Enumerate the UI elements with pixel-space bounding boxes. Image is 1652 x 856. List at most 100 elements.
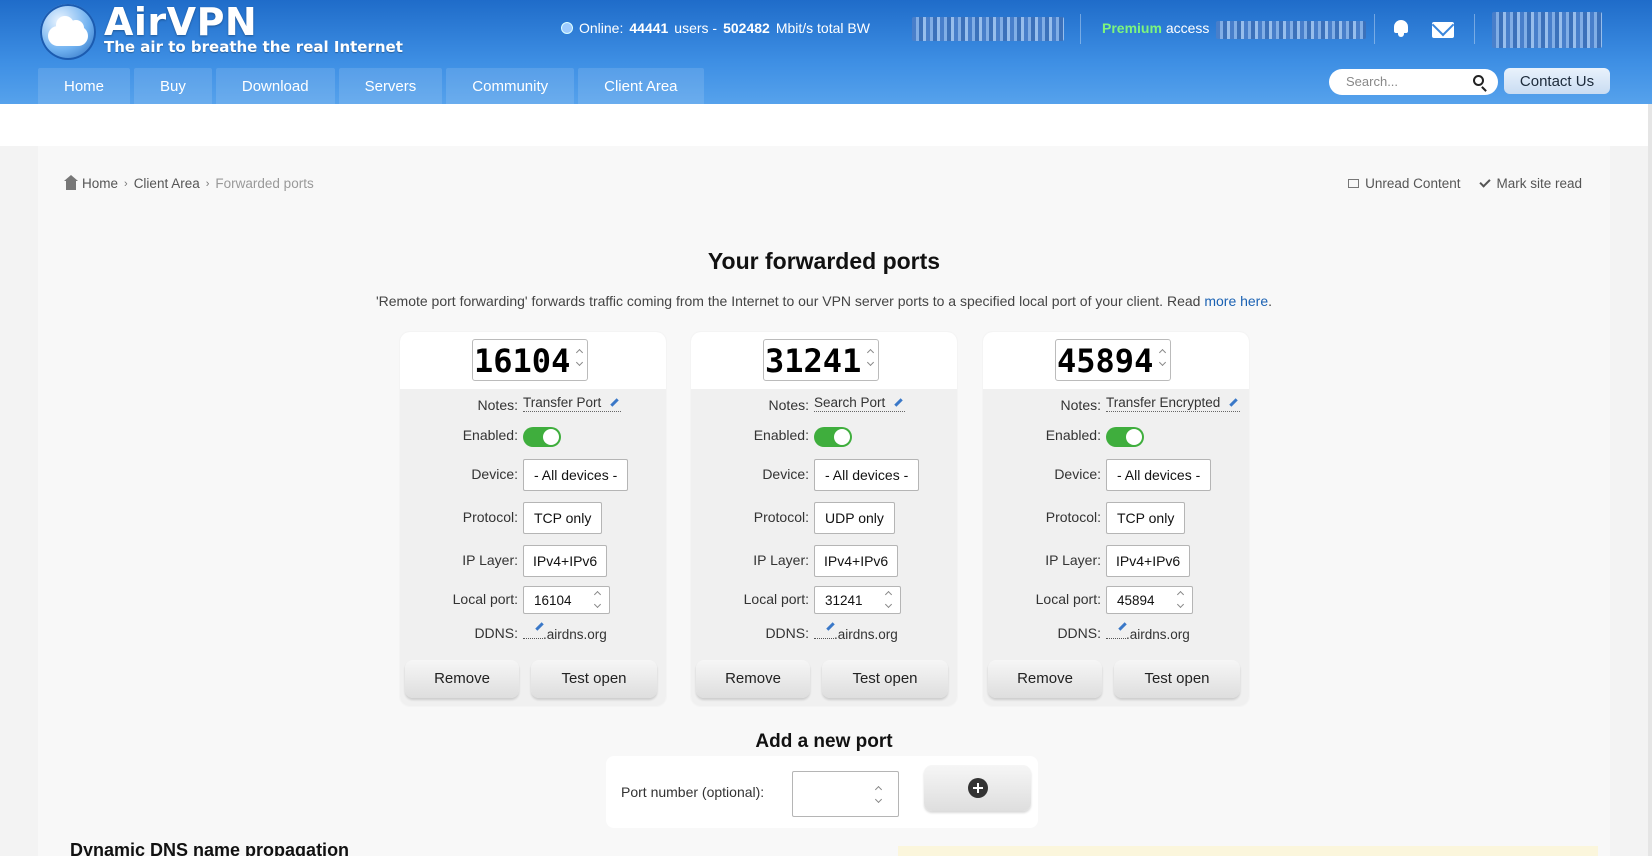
remove-button[interactable]: Remove (405, 660, 519, 698)
ddns-name-field[interactable] (814, 622, 835, 639)
unread-content-link[interactable]: Unread Content (1348, 176, 1460, 191)
contact-us-button[interactable]: Contact Us (1504, 68, 1610, 94)
protocol-label: Protocol: (1045, 509, 1101, 525)
forwarded-port-value: 45894 (1057, 342, 1154, 380)
test-open-button[interactable]: Test open (822, 660, 948, 698)
test-open-button[interactable]: Test open (1114, 660, 1240, 698)
notice-box (898, 846, 1598, 856)
ip-layer-label: IP Layer: (753, 552, 809, 568)
spinner-icon[interactable] (884, 590, 894, 612)
ddns-name-field[interactable] (523, 622, 544, 639)
enabled-toggle[interactable] (1106, 427, 1144, 447)
device-select[interactable]: - All devices - (1106, 459, 1212, 491)
more-here-link[interactable]: more here (1204, 293, 1268, 309)
remove-button[interactable]: Remove (696, 660, 810, 698)
protocol-select[interactable]: TCP only (523, 502, 603, 534)
local-port-value: 31241 (825, 593, 863, 608)
ddns-value[interactable]: .airdns.org (1106, 622, 1190, 642)
protocol-select[interactable]: TCP only (1106, 502, 1186, 534)
ddns-value[interactable]: .airdns.org (814, 622, 898, 642)
nav-community[interactable]: Community (446, 68, 575, 104)
nav-home[interactable]: Home (38, 68, 131, 104)
sub-header-bar (0, 104, 1652, 146)
protocol-select[interactable]: UDP only (814, 502, 895, 534)
ip-layer-row: IP Layer: IPv4+IPv6 (400, 539, 666, 583)
mail-icon[interactable] (1432, 22, 1454, 38)
local-port-label: Local port: (743, 591, 809, 607)
pencil-icon[interactable] (1229, 398, 1239, 407)
spinner-icon[interactable] (866, 348, 876, 370)
pencil-icon[interactable] (1118, 622, 1127, 631)
bandwidth-value: 502482 (723, 20, 770, 36)
device-select[interactable]: - All devices - (523, 459, 629, 491)
spinner-icon[interactable] (1158, 348, 1168, 370)
page-description: 'Remote port forwarding' forwards traffi… (38, 293, 1610, 309)
enabled-toggle[interactable] (814, 427, 852, 447)
redacted-username-block[interactable] (1492, 12, 1602, 48)
pencil-icon[interactable] (826, 622, 835, 631)
breadcrumb-client-area[interactable]: Client Area (134, 176, 200, 191)
device-row: Device: - All devices - (691, 453, 957, 497)
test-open-button[interactable]: Test open (531, 660, 657, 698)
add-port-button[interactable] (924, 765, 1031, 811)
header-divider (1374, 14, 1375, 44)
airvpn-logo-icon[interactable] (40, 4, 96, 60)
protocol-label: Protocol: (462, 509, 518, 525)
redacted-expiry-block (1216, 21, 1366, 39)
card-actions: Remove Test open (400, 653, 666, 706)
notes-value[interactable]: Search Port (814, 395, 906, 412)
nav-servers[interactable]: Servers (338, 68, 443, 104)
ddns-label: DDNS: (1057, 625, 1101, 641)
enabled-row: Enabled: (983, 421, 1249, 453)
nav-buy[interactable]: Buy (134, 68, 212, 104)
page-title: Your forwarded ports (707, 248, 941, 274)
search-input[interactable]: Search... (1329, 69, 1498, 95)
pencil-icon[interactable] (894, 398, 904, 407)
ip-layer-select[interactable]: IPv4+IPv6 (1106, 545, 1191, 577)
port-number-label: Port number (optional): (621, 784, 765, 800)
remove-button[interactable]: Remove (988, 660, 1102, 698)
main-nav: Home Buy Download Servers Community Clie… (38, 68, 704, 104)
device-label: Device: (471, 466, 518, 482)
port-number-input[interactable] (792, 771, 899, 817)
forwarded-port-value: 16104 (474, 342, 571, 380)
forwarded-port-input[interactable]: 16104 (472, 339, 588, 381)
mark-site-read-label: Mark site read (1496, 176, 1582, 191)
notes-value[interactable]: Transfer Port (523, 395, 622, 412)
page-scrollbar[interactable] (1648, 104, 1652, 856)
port-card: 31241 Notes: Search Port Enabled: Device… (691, 332, 957, 706)
forwarded-port-input[interactable]: 45894 (1055, 339, 1171, 381)
spinner-icon[interactable] (593, 590, 603, 612)
pencil-icon[interactable] (610, 398, 620, 407)
ip-layer-select[interactable]: IPv4+IPv6 (523, 545, 608, 577)
users-count: 44441 (629, 20, 669, 36)
bell-icon[interactable] (1392, 18, 1410, 38)
nav-download[interactable]: Download (215, 68, 335, 104)
mark-site-read-link[interactable]: Mark site read (1479, 176, 1582, 191)
breadcrumb-home[interactable]: Home (82, 176, 118, 191)
pencil-icon[interactable] (535, 622, 544, 631)
spinner-icon[interactable] (1176, 590, 1186, 612)
home-icon[interactable] (64, 174, 78, 190)
device-select[interactable]: - All devices - (814, 459, 920, 491)
spinner-icon[interactable] (874, 785, 884, 807)
enabled-label: Enabled: (753, 427, 809, 443)
local-port-input[interactable]: 16104 (523, 586, 610, 614)
search-icon[interactable] (1473, 75, 1484, 86)
forwarded-port-input[interactable]: 31241 (763, 339, 879, 381)
ddns-value[interactable]: .airdns.org (523, 622, 607, 642)
chevron-right-icon: › (205, 177, 210, 190)
notes-text: Search Port (814, 395, 886, 410)
spinner-icon[interactable] (575, 348, 585, 370)
notes-value[interactable]: Transfer Encrypted (1106, 395, 1241, 412)
local-port-input[interactable]: 31241 (814, 586, 901, 614)
ip-layer-select[interactable]: IPv4+IPv6 (814, 545, 899, 577)
local-port-input[interactable]: 45894 (1106, 586, 1193, 614)
enabled-label: Enabled: (1045, 427, 1101, 443)
ddns-name-field[interactable] (1106, 622, 1127, 639)
local-port-row: Local port: 45894 (983, 583, 1249, 619)
nav-client-area[interactable]: Client Area (578, 68, 704, 104)
description-text: 'Remote port forwarding' forwards traffi… (375, 293, 1205, 309)
local-port-label: Local port: (452, 591, 518, 607)
enabled-toggle[interactable] (523, 427, 561, 447)
